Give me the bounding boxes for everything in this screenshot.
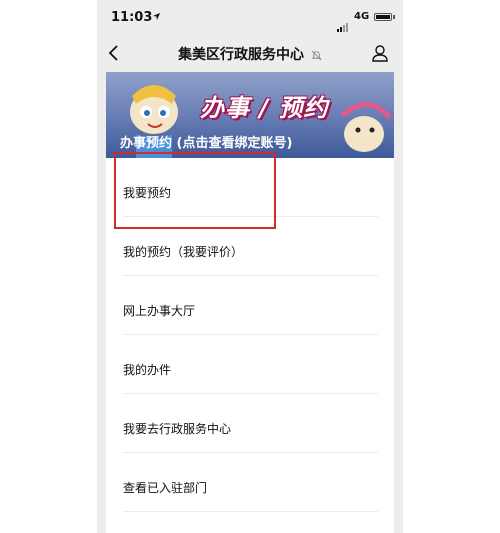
page-title: 集美区行政服务中心 — [97, 44, 403, 64]
menu-item-label: 我的预约（我要评价） — [123, 245, 244, 259]
menu-item-label: 我的办件 — [123, 363, 172, 377]
menu-item-online-hall[interactable]: 网上办事大厅 — [106, 276, 394, 335]
menu-item-label: 我要去行政服务中心 — [123, 422, 232, 436]
menu-list: 我要预约 我的预约（我要评价） 网上办事大厅 我的办件 我要去行政服务中心 查看… — [106, 158, 394, 512]
content-area: 办事 / 预约 办事预约 (点击查看绑定账号) 我要预约 我的预约（我要评价） … — [106, 72, 394, 533]
location-arrow-icon — [152, 12, 161, 21]
menu-item-visit-center[interactable]: 我要去行政服务中心 — [106, 394, 394, 453]
menu-item-departments[interactable]: 查看已入驻部门 — [106, 453, 394, 512]
menu-item-make-appointment[interactable]: 我要预约 — [106, 158, 394, 217]
menu-item-label: 我要预约 — [123, 186, 172, 200]
battery-icon — [374, 13, 392, 21]
menu-item-my-cases[interactable]: 我的办件 — [106, 335, 394, 394]
divider — [123, 511, 378, 512]
status-bar: 11:03 4G — [97, 0, 403, 36]
page-title-text: 集美区行政服务中心 — [178, 47, 305, 63]
profile-icon[interactable] — [371, 44, 389, 62]
battery-cap — [393, 15, 395, 19]
menu-item-my-appointments[interactable]: 我的预约（我要评价） — [106, 217, 394, 276]
banner[interactable]: 办事 / 预约 办事预约 (点击查看绑定账号) — [106, 72, 394, 158]
status-time: 11:03 — [111, 10, 153, 25]
banner-caption: 办事预约 (点击查看绑定账号) — [120, 136, 293, 151]
nav-bar: 集美区行政服务中心 — [97, 36, 403, 72]
network-type: 4G — [354, 11, 370, 22]
banner-headline: 办事 / 预约 — [200, 94, 329, 122]
menu-item-label: 网上办事大厅 — [123, 304, 196, 318]
mute-bell-icon — [311, 50, 322, 61]
phone-screen: 11:03 4G 集美区行政服务中心 办事 / 预约 办事预约 (点击查看绑定账… — [97, 0, 403, 533]
menu-item-label: 查看已入驻部门 — [123, 481, 208, 495]
cellular-signal-icon — [337, 13, 349, 32]
